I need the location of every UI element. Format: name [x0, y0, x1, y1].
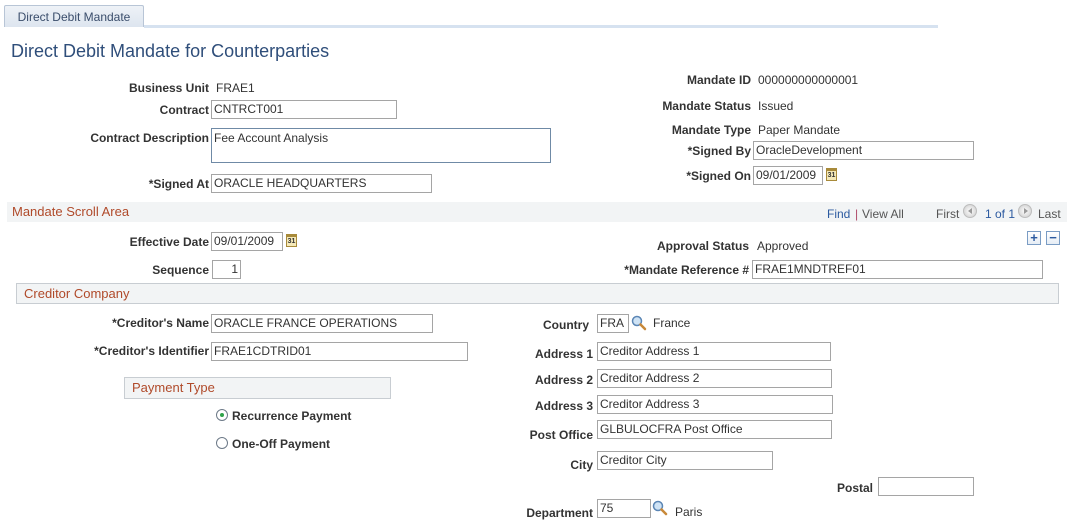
address-2-label: Address 2: [534, 373, 593, 387]
contract-input[interactable]: CNTRCT001: [211, 100, 397, 119]
calendar-icon[interactable]: 31: [826, 168, 837, 181]
mandate-scroll-area-title: Mandate Scroll Area: [12, 204, 130, 219]
page-indicator: 1 of 1: [985, 207, 1016, 221]
approval-status-label: Approval Status: [656, 239, 749, 253]
address-3-label: Address 3: [534, 399, 593, 413]
country-description: France: [653, 316, 691, 330]
view-all-link[interactable]: View All: [862, 207, 904, 221]
signed-on-label: *Signed On: [686, 169, 751, 183]
signed-at-input[interactable]: ORACLE HEADQUARTERS: [211, 174, 432, 193]
mandate-reference-input[interactable]: FRAE1MNDTREF01: [752, 260, 1043, 279]
department-description: Paris: [675, 505, 703, 519]
creditor-company-title: Creditor Company: [24, 286, 130, 301]
recurrence-payment-radio[interactable]: [216, 409, 228, 421]
mandate-type-label: Mandate Type: [671, 123, 751, 137]
effective-date-label: Effective Date: [129, 235, 209, 249]
effective-date-input[interactable]: 09/01/2009: [211, 232, 283, 251]
sequence-label: Sequence: [152, 263, 209, 277]
calendar-icon[interactable]: 31: [286, 234, 297, 247]
recurrence-payment-label[interactable]: Recurrence Payment: [232, 409, 351, 423]
creditors-identifier-label: *Creditor's Identifier: [94, 344, 209, 358]
postal-input[interactable]: [878, 477, 974, 496]
city-input[interactable]: Creditor City: [597, 451, 773, 470]
address-2-input[interactable]: Creditor Address 2: [597, 369, 832, 388]
next-row-icon[interactable]: [1018, 204, 1032, 218]
mandate-type-value: Paper Mandate: [758, 123, 841, 137]
add-row-button[interactable]: +: [1027, 231, 1041, 245]
mandate-status-label: Mandate Status: [662, 99, 751, 113]
signed-by-input[interactable]: OracleDevelopment: [753, 141, 974, 160]
creditors-identifier-input[interactable]: FRAE1CDTRID01: [211, 342, 468, 361]
post-office-label: Post Office: [529, 428, 593, 442]
mandate-id-label: Mandate ID: [686, 73, 751, 87]
nav-separator: |: [855, 207, 859, 221]
address-3-input[interactable]: Creditor Address 3: [597, 395, 833, 414]
sequence-input[interactable]: 1: [212, 260, 241, 279]
magnifier-lookup-icon[interactable]: [652, 500, 668, 516]
creditor-company-header: Creditor Company: [16, 283, 1059, 304]
mandate-reference-label: *Mandate Reference #: [624, 263, 749, 277]
signed-on-input[interactable]: 09/01/2009: [753, 166, 823, 185]
find-link[interactable]: Find: [827, 207, 850, 221]
country-input[interactable]: FRA: [597, 314, 629, 333]
address-1-input[interactable]: Creditor Address 1: [597, 342, 831, 361]
department-label: Department: [526, 506, 593, 520]
tab-direct-debit-mandate[interactable]: Direct Debit Mandate: [4, 5, 144, 27]
one-off-payment-label[interactable]: One-Off Payment: [232, 437, 330, 451]
last-label: Last: [1038, 207, 1061, 221]
contract-label: Contract: [159, 103, 209, 117]
previous-row-icon[interactable]: [963, 204, 977, 218]
postal-label: Postal: [836, 481, 873, 495]
business-unit-label: Business Unit: [128, 81, 209, 95]
country-label: Country: [543, 318, 589, 332]
page-title: Direct Debit Mandate for Counterparties: [11, 41, 330, 61]
mandate-scroll-area-header: Mandate Scroll Area: [7, 202, 1067, 222]
payment-type-header: Payment Type: [124, 377, 391, 399]
creditors-name-input[interactable]: ORACLE FRANCE OPERATIONS: [211, 314, 433, 333]
creditors-name-label: *Creditor's Name: [112, 316, 209, 330]
contract-description-label: Contract Description: [90, 131, 209, 145]
signed-by-label: *Signed By: [687, 144, 751, 158]
payment-type-title: Payment Type: [132, 380, 215, 395]
mandate-id-value: 000000000000001: [758, 73, 859, 87]
one-off-payment-radio[interactable]: [216, 437, 228, 449]
magnifier-lookup-icon[interactable]: [631, 315, 647, 331]
first-label: First: [936, 207, 960, 221]
mandate-status-value: Issued: [758, 99, 794, 113]
tab-underline: [144, 25, 938, 28]
city-label: City: [570, 458, 593, 472]
business-unit-value: FRAE1: [216, 81, 255, 95]
address-1-label: Address 1: [534, 347, 593, 361]
approval-status-value: Approved: [757, 239, 809, 253]
department-input[interactable]: 75: [597, 499, 651, 518]
delete-row-button[interactable]: −: [1046, 231, 1060, 245]
contract-description-textarea[interactable]: Fee Account Analysis: [211, 128, 551, 163]
signed-at-label: *Signed At: [148, 177, 209, 191]
post-office-input[interactable]: GLBULOCFRA Post Office: [597, 420, 832, 439]
